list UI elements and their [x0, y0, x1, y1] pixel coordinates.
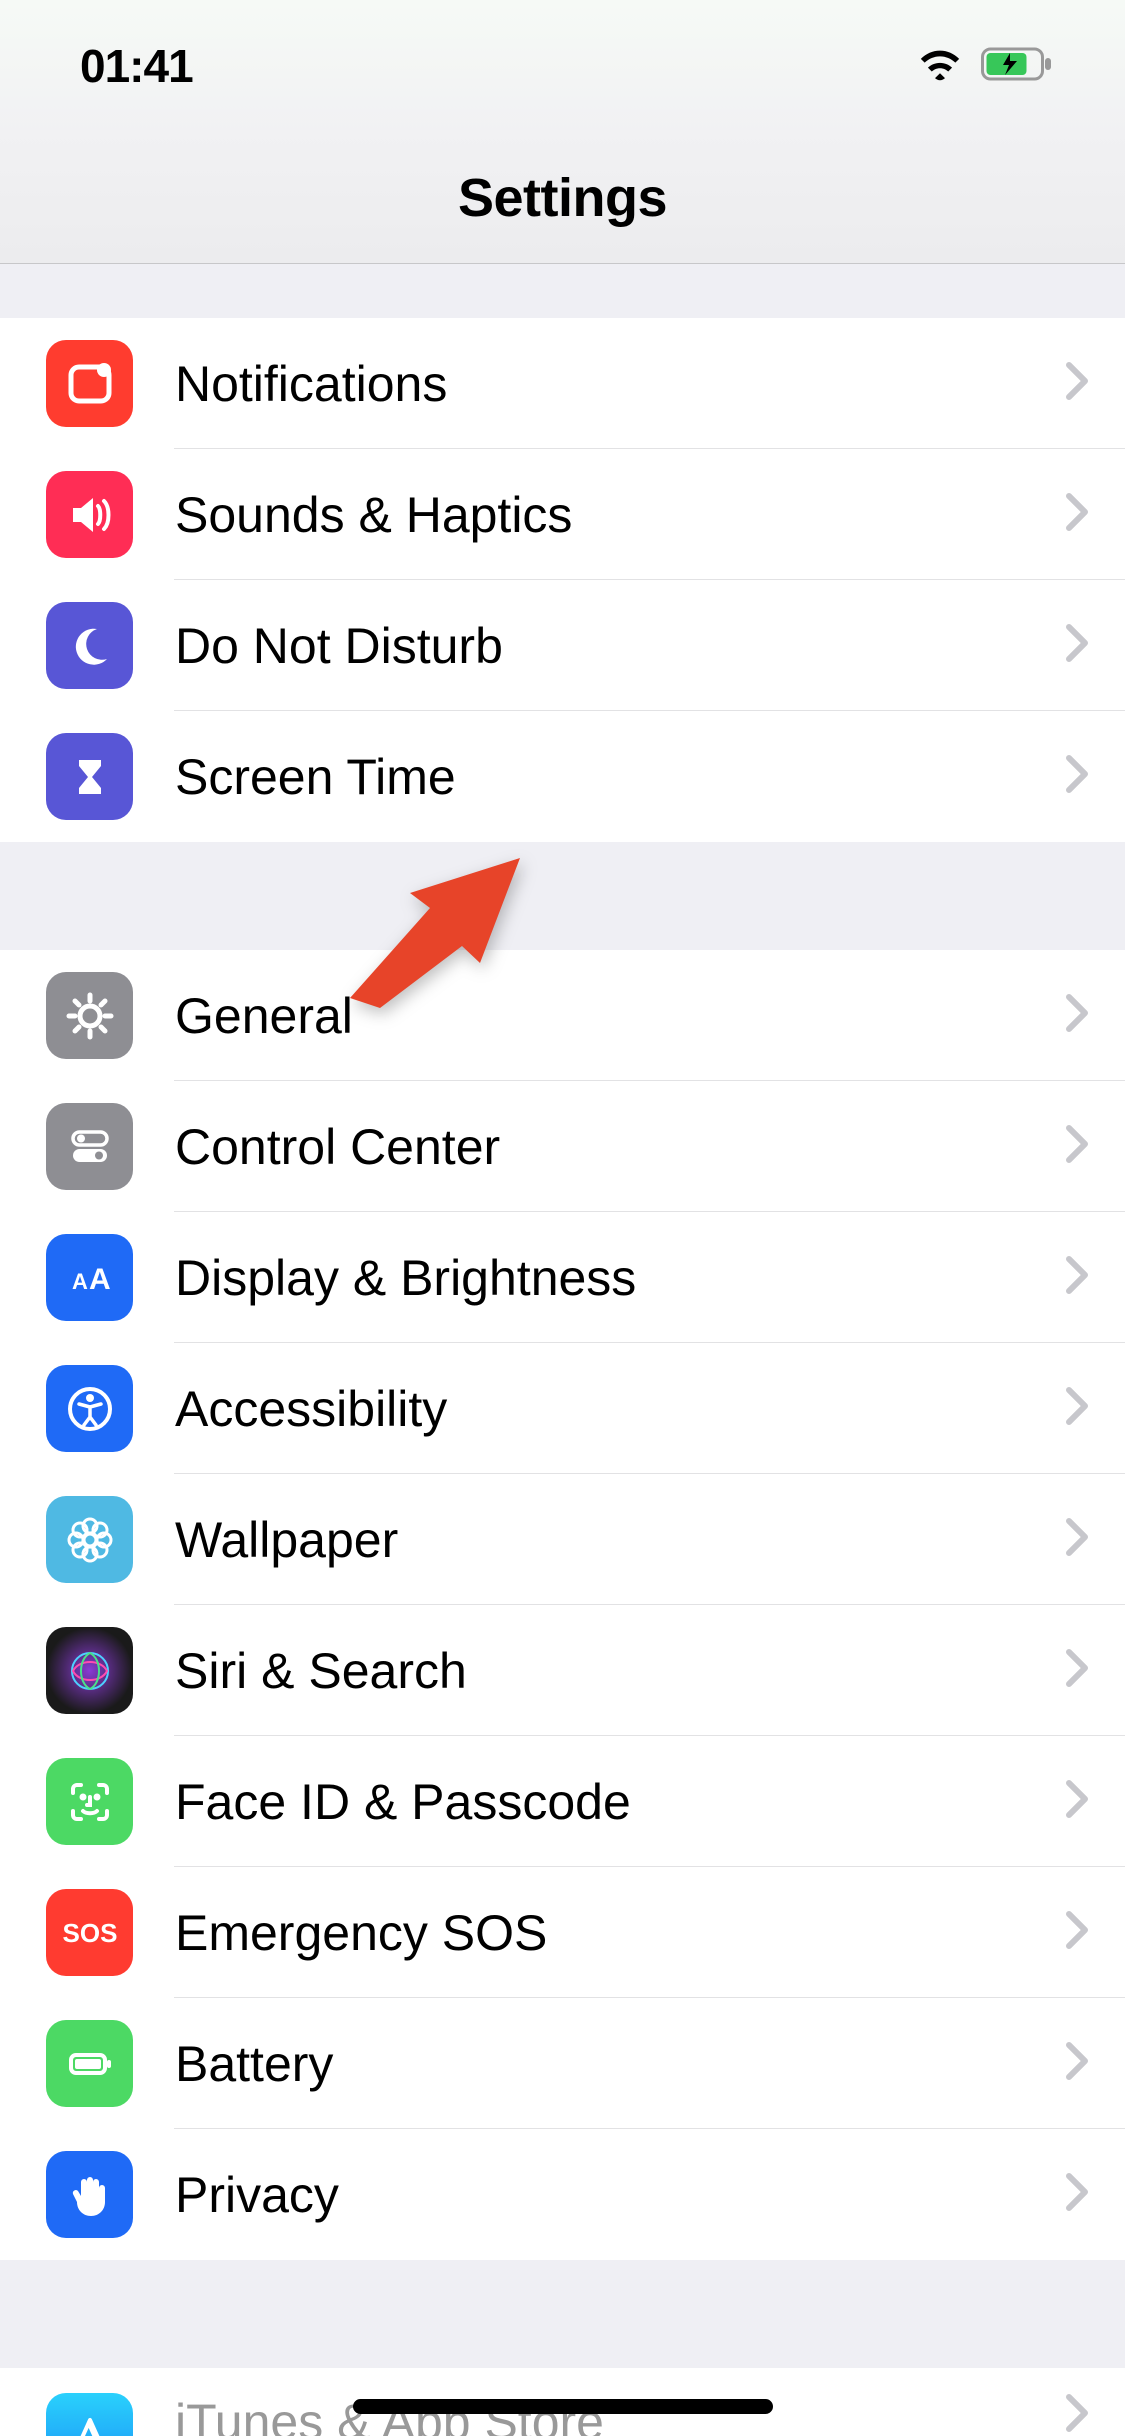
chevron-right-icon — [1065, 2393, 1089, 2436]
accessibility-icon — [46, 1365, 133, 1452]
status-right — [917, 45, 1055, 88]
faceid-icon — [46, 1758, 133, 1845]
gear-icon — [46, 972, 133, 1059]
svg-text:A: A — [89, 1263, 111, 1296]
row-sounds-haptics[interactable]: Sounds & Haptics — [0, 449, 1125, 580]
flower-icon — [46, 1496, 133, 1583]
row-general[interactable]: General — [0, 950, 1125, 1081]
chevron-right-icon — [1065, 1386, 1089, 1431]
row-battery[interactable]: Battery — [0, 1998, 1125, 2129]
row-notifications[interactable]: Notifications — [0, 318, 1125, 449]
row-label: Siri & Search — [175, 1642, 1065, 1700]
speaker-icon — [46, 471, 133, 558]
letters-icon: AA — [46, 1234, 133, 1321]
row-label: Do Not Disturb — [175, 617, 1065, 675]
row-label: Privacy — [175, 2166, 1065, 2224]
row-do-not-disturb[interactable]: Do Not Disturb — [0, 580, 1125, 711]
sos-icon: SOS — [46, 1889, 133, 1976]
chevron-right-icon — [1065, 1517, 1089, 1562]
row-label: General — [175, 987, 1065, 1045]
row-label: Sounds & Haptics — [175, 486, 1065, 544]
wifi-icon — [917, 46, 963, 87]
chevron-right-icon — [1065, 1124, 1089, 1169]
hand-icon — [46, 2151, 133, 2238]
appstore-icon — [46, 2393, 133, 2436]
row-emergency-sos[interactable]: SOS Emergency SOS — [0, 1867, 1125, 1998]
chevron-right-icon — [1065, 1779, 1089, 1824]
row-control-center[interactable]: Control Center — [0, 1081, 1125, 1212]
row-label: Emergency SOS — [175, 1904, 1065, 1962]
section-gap — [0, 264, 1125, 318]
row-face-id-passcode[interactable]: Face ID & Passcode — [0, 1736, 1125, 1867]
chevron-right-icon — [1065, 2041, 1089, 2086]
svg-text:A: A — [72, 1269, 88, 1294]
chevron-right-icon — [1065, 361, 1089, 406]
page-header: Settings — [0, 132, 1125, 264]
status-time: 01:41 — [80, 39, 193, 93]
settings-group-1: Notifications Sounds & Haptics Do Not Di… — [0, 318, 1125, 842]
row-label: Control Center — [175, 1118, 1065, 1176]
row-label: Battery — [175, 2035, 1065, 2093]
chevron-right-icon — [1065, 993, 1089, 1038]
settings-group-2: General Control Center AA Display & Brig… — [0, 950, 1125, 2260]
row-label: Display & Brightness — [175, 1249, 1065, 1307]
home-indicator[interactable] — [353, 2399, 773, 2414]
row-accessibility[interactable]: Accessibility — [0, 1343, 1125, 1474]
chevron-right-icon — [1065, 754, 1089, 799]
hourglass-icon — [46, 733, 133, 820]
row-label: Face ID & Passcode — [175, 1773, 1065, 1831]
siri-icon — [46, 1627, 133, 1714]
moon-icon — [46, 602, 133, 689]
status-bar: 01:41 — [0, 0, 1125, 132]
row-label: Accessibility — [175, 1380, 1065, 1438]
row-label: Wallpaper — [175, 1511, 1065, 1569]
chevron-right-icon — [1065, 2172, 1089, 2217]
page-title: Settings — [458, 167, 667, 229]
battery-charging-icon — [981, 45, 1055, 88]
row-screen-time[interactable]: Screen Time — [0, 711, 1125, 842]
chevron-right-icon — [1065, 1648, 1089, 1693]
chevron-right-icon — [1065, 492, 1089, 537]
chevron-right-icon — [1065, 623, 1089, 668]
chevron-right-icon — [1065, 1255, 1089, 1300]
svg-text:SOS: SOS — [62, 1918, 117, 1948]
row-display-brightness[interactable]: AA Display & Brightness — [0, 1212, 1125, 1343]
section-gap — [0, 842, 1125, 950]
settings-screen: 01:41 Settings — [0, 0, 1125, 2436]
chevron-right-icon — [1065, 1910, 1089, 1955]
row-wallpaper[interactable]: Wallpaper — [0, 1474, 1125, 1605]
row-siri-search[interactable]: Siri & Search — [0, 1605, 1125, 1736]
row-label: Notifications — [175, 355, 1065, 413]
section-gap — [0, 2260, 1125, 2368]
row-privacy[interactable]: Privacy — [0, 2129, 1125, 2260]
row-label: Screen Time — [175, 748, 1065, 806]
notifications-icon — [46, 340, 133, 427]
battery-icon — [46, 2020, 133, 2107]
toggles-icon — [46, 1103, 133, 1190]
